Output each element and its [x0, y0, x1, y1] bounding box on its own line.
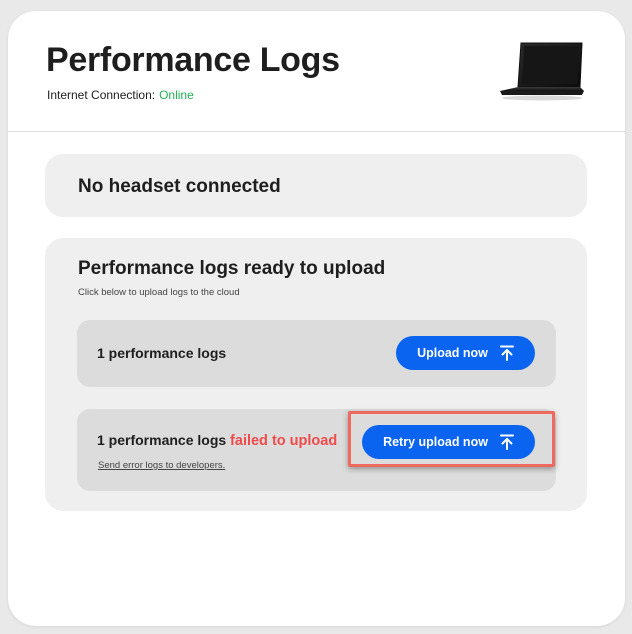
send-error-logs-link[interactable]: Send error logs to developers.: [98, 460, 225, 471]
connection-status-value: Online: [159, 88, 194, 102]
connection-label: Internet Connection:: [47, 88, 156, 102]
headset-status: No headset connected: [78, 176, 281, 197]
upload-arrow-icon: [499, 434, 514, 450]
page-title: Performance Logs: [46, 41, 340, 79]
ready-logs-label: 1 performance logs: [97, 345, 227, 361]
headset-panel: No headset connected: [45, 154, 587, 217]
laptop-icon: [496, 41, 586, 101]
upload-now-button[interactable]: Upload now: [396, 336, 535, 370]
upload-arrow-icon: [499, 345, 514, 361]
retry-upload-label: Retry upload now: [383, 435, 488, 449]
logs-panel: Performance logs ready to upload Click b…: [45, 238, 587, 511]
header: Performance Logs Internet Connection: Onl…: [8, 11, 625, 132]
upload-now-label: Upload now: [417, 346, 488, 360]
failed-logs-row: 1 performance logs failed to upload Send…: [77, 409, 556, 491]
ready-logs-row: 1 performance logs Upload now: [77, 320, 556, 387]
failed-to-upload-text: failed to upload: [230, 433, 338, 449]
performance-logs-card: Performance Logs Internet Connection: Onl…: [8, 11, 625, 626]
failed-logs-count: 1 performance logs: [97, 432, 227, 448]
connection-status: Internet Connection: Online: [47, 88, 194, 102]
logs-subtitle: Click below to upload logs to the cloud: [78, 287, 240, 298]
failed-logs-label: 1 performance logs failed to upload: [97, 432, 337, 449]
retry-upload-button[interactable]: Retry upload now: [362, 425, 535, 459]
logs-title: Performance logs ready to upload: [78, 258, 386, 279]
